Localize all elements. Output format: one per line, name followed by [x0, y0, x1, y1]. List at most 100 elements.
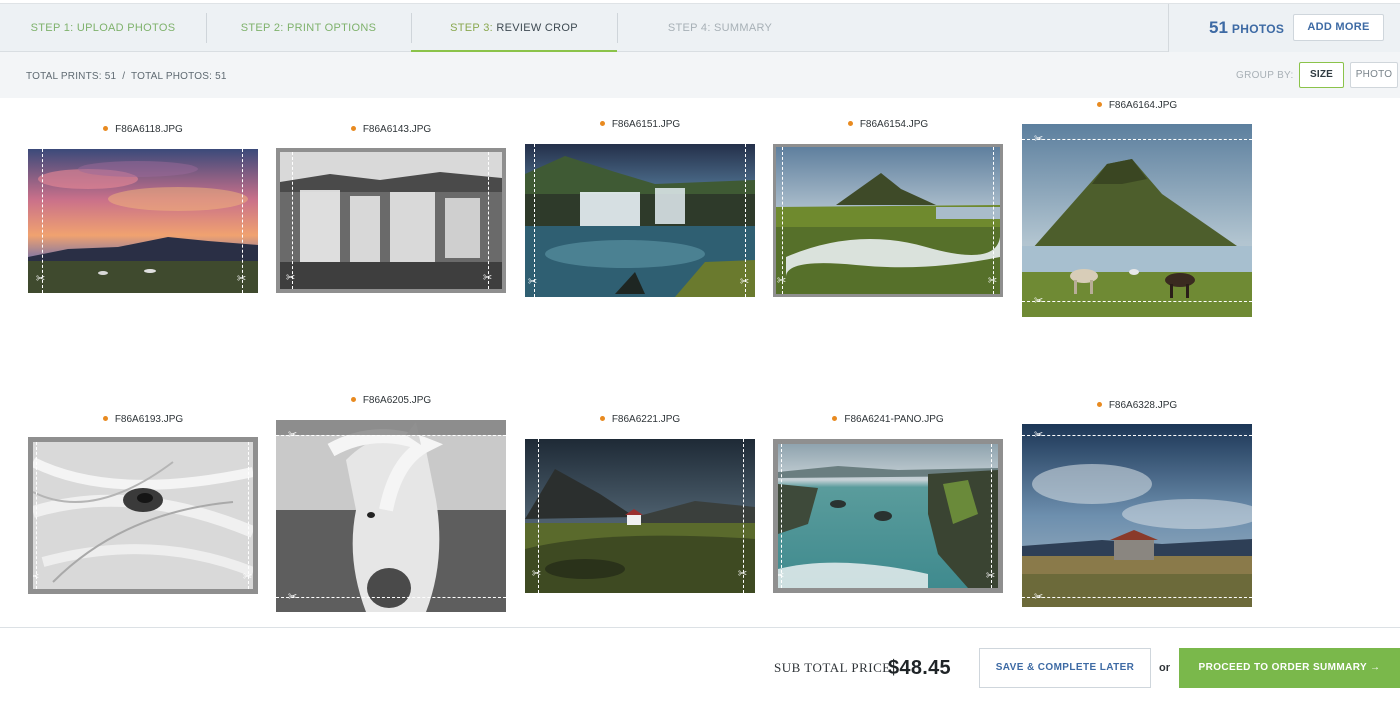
photo-filename: F86A6143.JPG — [276, 124, 506, 135]
photo-thumbnail[interactable]: ✂ ✂ — [1022, 124, 1252, 317]
photo-thumbnail[interactable]: ✂ ✂ — [773, 144, 1003, 297]
scissors-icon[interactable]: ✂ — [740, 277, 749, 288]
mountain-horses-image — [1022, 124, 1252, 317]
crop-line — [991, 444, 992, 588]
photo-card[interactable]: F86A6221.JPG ✂ ✂ — [525, 414, 755, 596]
crop-line — [1022, 139, 1252, 140]
order-footer: SUB TOTAL PRICE $48.45 SAVE & COMPLETE L… — [0, 627, 1400, 688]
crop-line — [276, 435, 506, 436]
status-dot-icon — [847, 121, 853, 126]
photo-thumbnail[interactable]: ✂ ✂ — [773, 439, 1003, 593]
group-by-label: GROUP BY: — [1236, 70, 1294, 81]
scissors-icon[interactable]: ✂ — [1034, 592, 1043, 603]
crop-line — [276, 597, 506, 598]
photo-thumbnail[interactable]: ✂ ✂ — [276, 148, 506, 293]
photos-summary: 51 PHOTOS ADD MORE — [1168, 4, 1400, 52]
photo-thumbnail[interactable]: ✂ ✂ — [1022, 424, 1252, 607]
crop-line — [781, 444, 782, 588]
toolbar: TOTAL PRINTS: 51 / TOTAL PHOTOS: 51 GROU… — [0, 52, 1400, 98]
scissors-icon[interactable]: ✂ — [237, 274, 246, 285]
photo-filename: F86A6154.JPG — [773, 119, 1003, 130]
group-by-size-button[interactable]: SIZE — [1299, 62, 1344, 88]
crop-overlay — [276, 420, 506, 435]
scissors-icon[interactable]: ✂ — [988, 276, 997, 287]
photo-thumbnail[interactable]: ✂ ✂ — [28, 149, 258, 293]
step-4-tab[interactable]: STEP 4: SUMMARY — [617, 4, 823, 52]
status-dot-icon — [1096, 402, 1102, 407]
waterfall-color-image — [525, 144, 755, 297]
step-2-tab[interactable]: STEP 2: PRINT OPTIONS — [206, 4, 411, 52]
crop-line — [1022, 301, 1252, 302]
scissors-icon[interactable]: ✂ — [243, 572, 252, 583]
waterfall-bw-image — [280, 152, 502, 289]
photo-card[interactable]: F86A6151.JPG ✂ ✂ — [525, 119, 755, 299]
crop-line — [1022, 597, 1252, 598]
photo-thumbnail[interactable]: ✂ ✂ — [276, 420, 506, 612]
scissors-icon[interactable]: ✂ — [532, 569, 541, 580]
crop-line — [42, 149, 43, 293]
status-dot-icon — [832, 416, 838, 421]
crop-line — [1022, 435, 1252, 436]
crop-line — [993, 147, 994, 294]
scissors-icon[interactable]: ✂ — [528, 277, 537, 288]
scissors-icon[interactable]: ✂ — [778, 571, 784, 582]
step-3-tab[interactable]: STEP 3: REVIEW CROP — [411, 4, 617, 53]
photo-thumbnail[interactable]: ✂ ✂ — [525, 144, 755, 297]
crop-line — [488, 152, 489, 289]
status-dot-icon — [599, 121, 605, 126]
group-by-photo-button[interactable]: PHOTO — [1350, 62, 1398, 88]
photo-filename: F86A6118.JPG — [28, 124, 258, 135]
scissors-icon[interactable]: ✂ — [738, 569, 747, 580]
horse-eye-bw-image — [33, 442, 253, 589]
scissors-icon[interactable]: ✂ — [1034, 430, 1043, 441]
subtotal-value: $48.45 — [888, 657, 951, 679]
horse-portrait-bw-image — [276, 420, 506, 612]
scissors-icon[interactable]: ✂ — [1034, 134, 1043, 145]
crop-line — [242, 149, 243, 293]
scissors-icon[interactable]: ✂ — [1034, 296, 1043, 307]
photo-filename: F86A6205.JPG — [276, 395, 506, 406]
photo-card[interactable]: F86A6118.JPG ✂ ✂ — [28, 124, 258, 294]
status-dot-icon — [350, 397, 356, 402]
photo-card[interactable]: F86A6154.JPG ✂ ✂ — [773, 119, 1003, 299]
photo-card[interactable]: F86A6328.JPG ✂ ✂ — [1022, 400, 1252, 610]
scissors-icon[interactable]: ✂ — [483, 273, 492, 284]
scissors-icon[interactable]: ✂ — [288, 592, 297, 603]
photo-filename: F86A6241-PANO.JPG — [773, 414, 1003, 425]
photo-filename: F86A6193.JPG — [28, 414, 258, 425]
photo-card[interactable]: F86A6241-PANO.JPG ✂ ✂ — [773, 414, 1003, 596]
house-valley-image — [525, 439, 755, 593]
status-dot-icon — [1096, 102, 1102, 107]
photo-filename: F86A6328.JPG — [1022, 400, 1252, 411]
mountain-river-image — [776, 147, 1000, 294]
photo-thumbnail[interactable]: ✂ ✂ — [525, 439, 755, 593]
photo-card[interactable]: F86A6143.JPG ✂ ✂ — [276, 124, 506, 294]
photo-card[interactable]: F86A6164.JPG ✂ ✂ — [1022, 100, 1252, 320]
crop-line — [782, 147, 783, 294]
lone-house-image — [1022, 424, 1252, 607]
sunset-image — [28, 149, 258, 293]
scissors-icon[interactable]: ✂ — [777, 276, 786, 287]
or-label: or — [1159, 662, 1170, 674]
proceed-to-order-summary-button[interactable]: PROCEED TO ORDER SUMMARY → — [1179, 648, 1400, 688]
add-more-button[interactable]: ADD MORE — [1293, 14, 1384, 41]
scissors-icon[interactable]: ✂ — [286, 273, 295, 284]
save-complete-later-button[interactable]: SAVE & COMPLETE LATER — [979, 648, 1151, 688]
photo-count: 51 PHOTOS — [1209, 18, 1285, 37]
scissors-icon[interactable]: ✂ — [288, 430, 297, 441]
crop-line — [248, 442, 249, 589]
step-1-tab[interactable]: STEP 1: UPLOAD PHOTOS — [0, 4, 206, 52]
sea-cliffs-image — [778, 444, 998, 588]
scissors-icon[interactable]: ✂ — [36, 274, 45, 285]
subtotal-label: SUB TOTAL PRICE — [774, 660, 891, 675]
photo-filename: F86A6151.JPG — [525, 119, 755, 130]
photo-card[interactable]: F86A6205.JPG ✂ ✂ — [276, 395, 506, 615]
crop-line — [292, 152, 293, 289]
scissors-icon[interactable]: ✂ — [33, 572, 39, 583]
scissors-icon[interactable]: ✂ — [986, 571, 995, 582]
photo-thumbnail[interactable]: ✂ ✂ — [28, 437, 258, 594]
crop-line — [745, 144, 746, 297]
photo-card[interactable]: F86A6193.JPG ✂ ✂ — [28, 414, 258, 596]
step-navigation: STEP 1: UPLOAD PHOTOS STEP 2: PRINT OPTI… — [0, 4, 1400, 53]
status-dot-icon — [103, 126, 109, 131]
